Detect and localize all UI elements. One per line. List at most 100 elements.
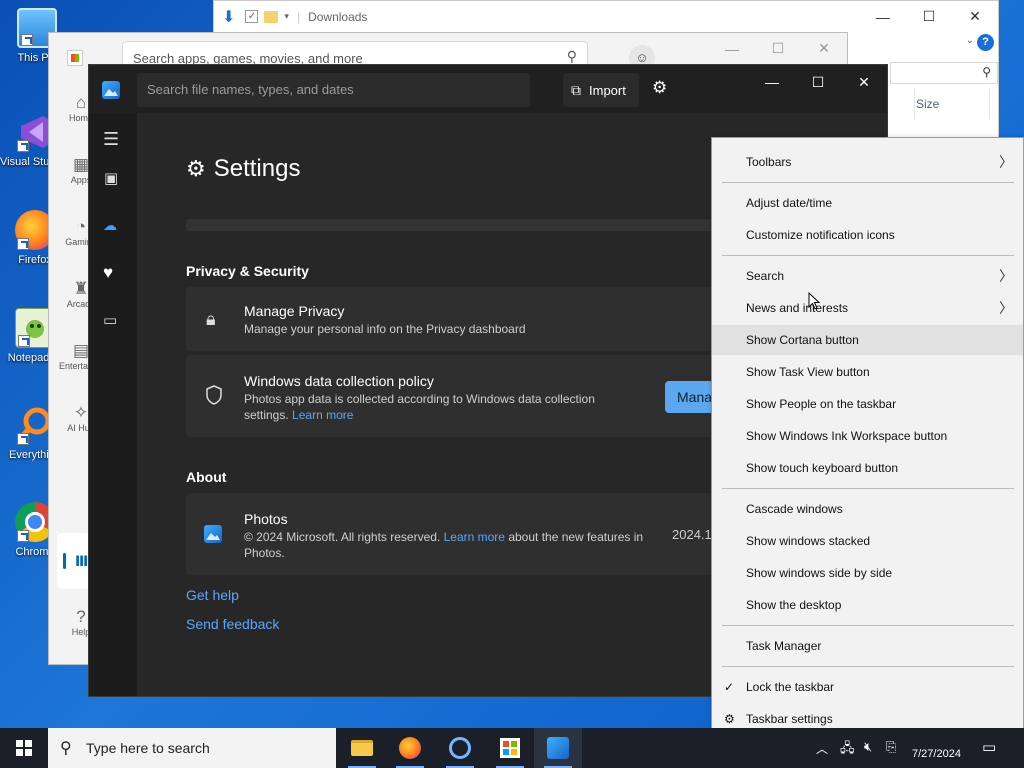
get-help-link[interactable]: Get help	[186, 587, 239, 603]
version-label: 2024.1	[672, 527, 712, 542]
network-icon[interactable]: 🖧︎	[840, 739, 855, 761]
minimize-button[interactable]: —	[860, 1, 906, 32]
shortcut-arrow-icon	[17, 530, 29, 542]
chevron-right-icon: 〉	[999, 154, 1013, 170]
about-learn-more-link[interactable]: Learn more	[444, 530, 505, 544]
menu-item-toolbars[interactable]: Toolbars 〉	[712, 147, 1023, 177]
download-arrow-icon: ⬇	[222, 8, 236, 26]
taskbar-chrome[interactable]	[436, 728, 484, 768]
menu-item-show-cortana-button[interactable]: Show Cortana button	[712, 325, 1023, 355]
chevron-right-icon: 〉	[999, 300, 1013, 316]
gear-icon: ⚙	[724, 712, 735, 726]
size-column-header[interactable]: Size	[916, 97, 939, 111]
show-hidden-icons-chevron-icon[interactable]: ︿	[816, 740, 828, 757]
close-button[interactable]: ✕	[801, 33, 847, 64]
data-collection-policy-card: Windows data collection policy Photos ap…	[186, 355, 746, 437]
collapsed-section-card	[186, 219, 746, 231]
close-button[interactable]: ✕	[841, 65, 887, 99]
minimize-button[interactable]: —	[749, 65, 795, 99]
help-icon[interactable]: ?	[977, 34, 994, 51]
about-photos-card: Photos © 2024 Microsoft. All rights rese…	[186, 493, 746, 575]
taskbar-store[interactable]	[486, 728, 534, 768]
shortcut-arrow-icon	[21, 34, 33, 46]
shortcut-arrow-icon	[17, 238, 29, 250]
menu-item-customize-notification-icons[interactable]: Customize notification icons	[712, 220, 1023, 250]
checkmark-icon: ✓	[724, 680, 735, 694]
photos-search-input[interactable]: Search file names, types, and dates	[137, 73, 530, 107]
shield-icon	[205, 385, 223, 408]
taskbar-file-explorer[interactable]	[338, 728, 386, 768]
menu-item-task-manager[interactable]: Task Manager	[712, 631, 1023, 661]
explorer-title: Downloads	[308, 9, 368, 24]
ribbon-expand-icon[interactable]: ⌄	[966, 35, 974, 46]
taskbar-firefox[interactable]	[386, 728, 434, 768]
folder-icon[interactable]	[264, 10, 279, 23]
lock-icon: 🔒︎	[206, 309, 216, 329]
store-window-controls: — ☐ ✕	[709, 33, 847, 64]
taskbar-context-menu: Toolbars 〉 Adjust date/time Customize not…	[711, 137, 1024, 744]
chrome-icon	[449, 737, 471, 759]
manage-privacy-card[interactable]: 🔒︎ Manage Privacy Manage your personal i…	[186, 287, 746, 351]
settings-gear-icon[interactable]: ⚙	[652, 78, 667, 98]
import-icon: ⧉	[571, 81, 581, 98]
store-logo-icon	[67, 50, 83, 66]
favorites-heart-icon[interactable]: ♥	[103, 263, 113, 283]
gallery-icon[interactable]: ▣	[104, 169, 118, 187]
menu-item-show-ink-workspace[interactable]: Show Windows Ink Workspace button	[712, 421, 1023, 451]
photos-app-icon	[547, 737, 569, 759]
photos-app-icon	[102, 81, 120, 99]
taskbar-photos[interactable]	[534, 728, 582, 768]
menu-item-show-windows-side-by-side[interactable]: Show windows side by side	[712, 558, 1023, 588]
explorer-search-box[interactable]: ⚲	[890, 62, 998, 84]
windows-logo-icon	[16, 740, 32, 756]
shortcut-arrow-icon	[17, 140, 29, 152]
notification-badge-icon[interactable]: ⎘	[886, 739, 896, 755]
onedrive-icon[interactable]: ☁	[103, 217, 117, 234]
page-title: ⚙ Settings	[186, 155, 301, 182]
menu-item-lock-the-taskbar[interactable]: ✓ Lock the taskbar	[712, 672, 1023, 702]
photos-sidebar: ☰ ▣ ☁ ♥ ▭	[89, 113, 137, 696]
taskbar-search-box[interactable]: ⚲ Type here to search	[48, 728, 336, 768]
properties-icon[interactable]: ✓	[245, 10, 259, 23]
taskbar: ⚲ Type here to search ︿ 🖧︎ 🔇︎ ⎘ 7/27/202…	[0, 728, 1024, 768]
menu-item-show-task-view-button[interactable]: Show Task View button	[712, 357, 1023, 387]
search-icon: ⚲	[566, 48, 577, 64]
close-button[interactable]: ✕	[952, 1, 998, 32]
shortcut-arrow-icon	[17, 433, 29, 445]
library-icon: Ⅲ	[75, 553, 89, 569]
menu-item-cascade-windows[interactable]: Cascade windows	[712, 494, 1023, 524]
mouse-cursor-icon	[808, 291, 821, 313]
menu-item-adjust-date-time[interactable]: Adjust date/time	[712, 188, 1023, 218]
about-section-heading: About	[186, 469, 227, 485]
menu-item-show-windows-stacked[interactable]: Show windows stacked	[712, 526, 1023, 556]
privacy-section-heading: Privacy & Security	[186, 263, 309, 279]
hamburger-menu-icon[interactable]: ☰	[103, 129, 119, 150]
menu-item-show-the-desktop[interactable]: Show the desktop	[712, 590, 1023, 620]
search-icon: ⚲	[60, 740, 72, 757]
chevron-right-icon: 〉	[999, 268, 1013, 284]
import-button[interactable]: ⧉ Import	[563, 73, 639, 107]
taskbar-date[interactable]: 7/27/2024	[912, 748, 961, 760]
photos-app-icon	[204, 525, 222, 543]
settings-gear-icon: ⚙	[186, 156, 206, 181]
action-center-icon[interactable]: ▭	[982, 738, 996, 756]
photos-window-controls: — ☐ ✕	[749, 65, 887, 99]
maximize-button[interactable]: ☐	[755, 33, 801, 64]
menu-item-news-and-interests[interactable]: News and interests 〉	[712, 293, 1023, 323]
start-button[interactable]	[0, 728, 48, 768]
menu-item-show-touch-keyboard[interactable]: Show touch keyboard button	[712, 453, 1023, 483]
menu-item-search[interactable]: Search 〉	[712, 261, 1023, 291]
send-feedback-link[interactable]: Send feedback	[186, 616, 279, 632]
menu-item-show-people[interactable]: Show People on the taskbar	[712, 389, 1023, 419]
folder-icon[interactable]: ▭	[103, 311, 117, 329]
volume-muted-icon[interactable]: 🔇︎	[864, 739, 872, 755]
maximize-button[interactable]: ☐	[906, 1, 952, 32]
search-icon: ⚲	[982, 65, 991, 79]
library-nav-item[interactable]: Ⅲ	[57, 533, 91, 589]
store-icon	[500, 738, 520, 758]
maximize-button[interactable]: ☐	[795, 65, 841, 99]
shortcut-arrow-icon	[18, 335, 30, 347]
minimize-button[interactable]: —	[709, 33, 755, 64]
quick-access-dropdown-icon[interactable]: ▾	[284, 11, 289, 22]
learn-more-link[interactable]: Learn more	[292, 408, 353, 422]
